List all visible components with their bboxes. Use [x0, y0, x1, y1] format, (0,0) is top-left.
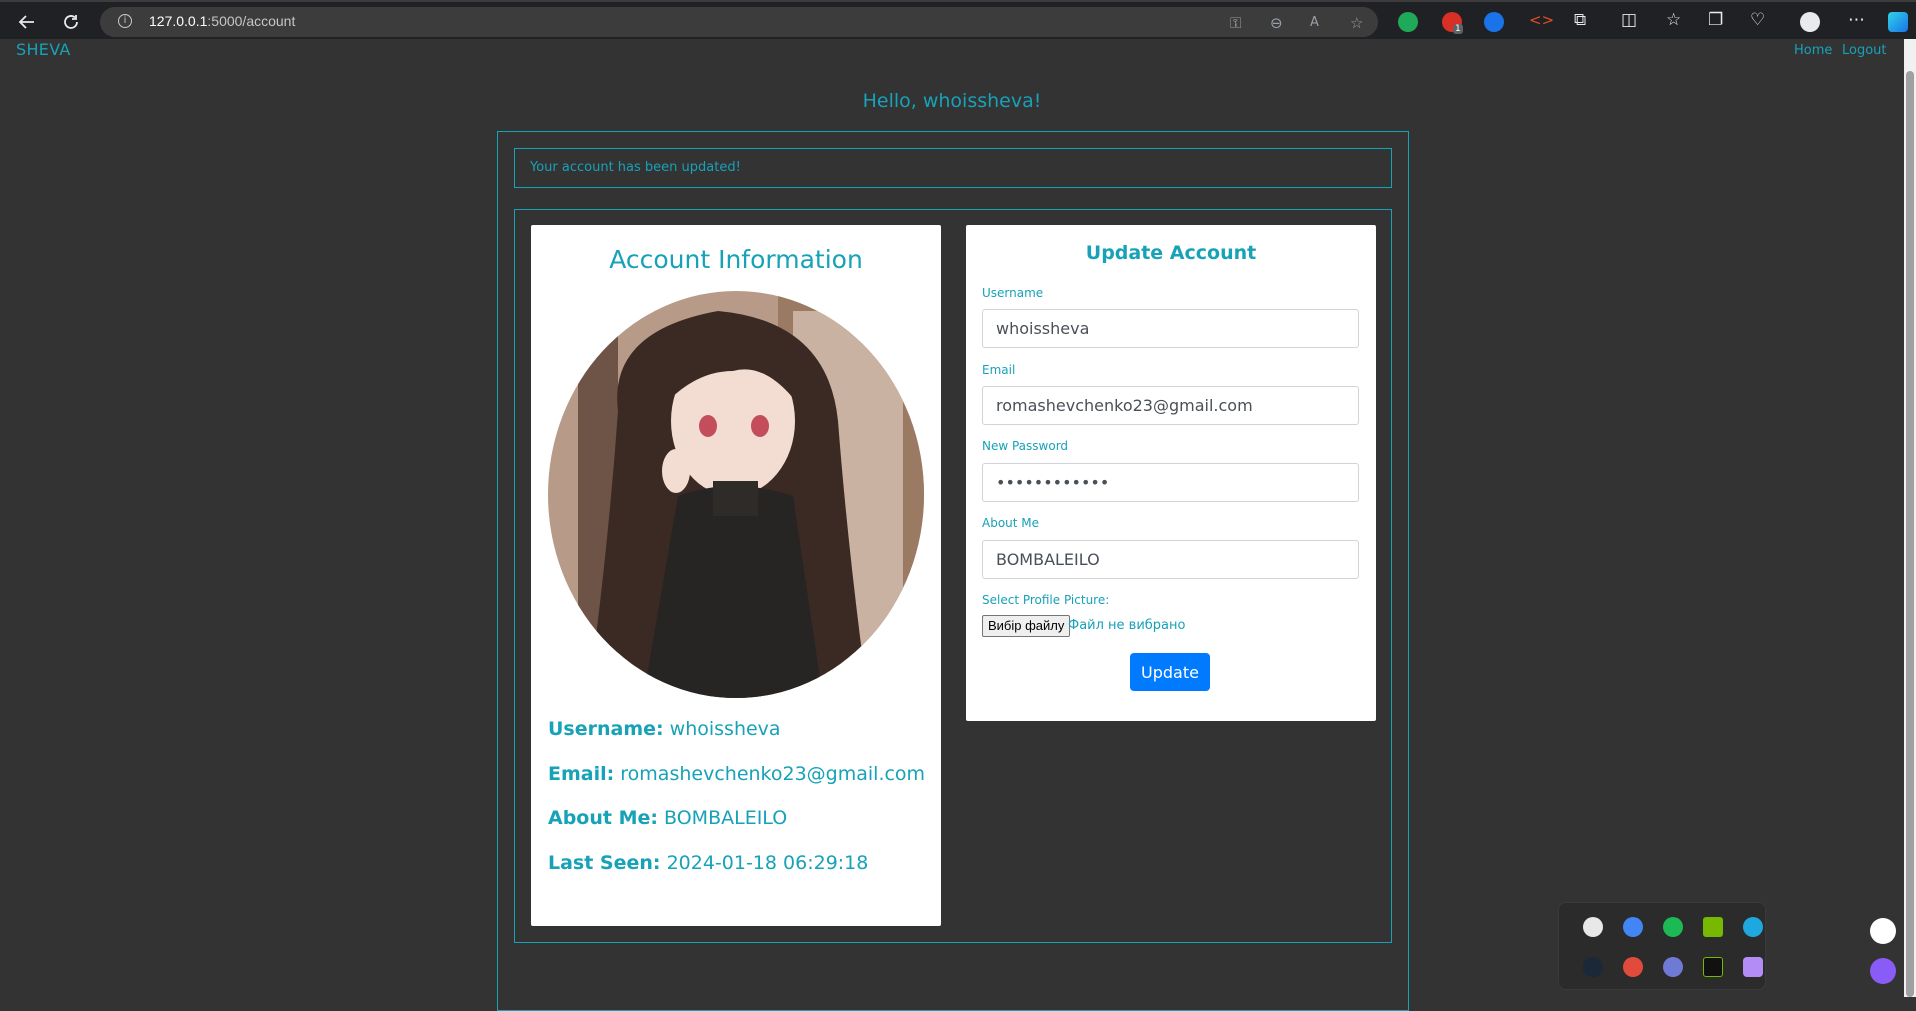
favorites-icon[interactable]: ☆ — [1666, 10, 1681, 30]
tray-play-icon[interactable] — [1703, 957, 1723, 977]
update-account-title: Update Account — [1085, 242, 1257, 264]
username-label: Username — [982, 286, 1044, 300]
tray-discord-icon[interactable] — [1663, 957, 1683, 977]
assistant-icon[interactable] — [1870, 958, 1896, 984]
devtools-icon[interactable]: <> — [1529, 11, 1554, 29]
update-account-card: Update Account Username Email New Passwo… — [966, 225, 1376, 721]
favorite-star-icon[interactable]: ☆ — [1350, 14, 1363, 32]
split-screen-icon[interactable]: ◫ — [1621, 10, 1637, 30]
zoom-out-icon[interactable]: ⊖ — [1270, 14, 1283, 32]
info-username: Username: whoissheva — [548, 718, 781, 740]
info-icon[interactable]: i — [118, 14, 132, 28]
account-info-card: Account Information Username: whoissheva… — [531, 225, 941, 926]
greeting-heading: Hello, whoissheva! — [862, 90, 1042, 112]
nav-brand[interactable]: SHEVA — [16, 40, 71, 59]
back-arrow-icon[interactable] — [14, 9, 40, 35]
more-icon[interactable]: ⋯ — [1848, 10, 1865, 30]
picture-label: Select Profile Picture: — [982, 593, 1110, 607]
info-about: About Me: BOMBALEILO — [548, 807, 788, 829]
email-input[interactable] — [982, 386, 1359, 425]
key-icon[interactable]: ⚿ — [1230, 14, 1241, 32]
puzzle-icon[interactable]: ⧉ — [1574, 10, 1586, 30]
username-input[interactable] — [982, 309, 1359, 348]
tray-app-icon[interactable] — [1623, 957, 1643, 977]
flash-alert: Your account has been updated! — [514, 148, 1392, 188]
tray-drive-icon[interactable] — [1623, 917, 1643, 937]
tray-mic-icon[interactable] — [1583, 917, 1603, 937]
tray-edge-icon[interactable] — [1743, 917, 1763, 937]
info-last-seen: Last Seen: 2024-01-18 06:29:18 — [548, 852, 869, 874]
choose-file-button[interactable]: Вибір файлу — [982, 615, 1071, 637]
about-input[interactable] — [982, 540, 1359, 579]
tray-nvidia-icon[interactable] — [1703, 917, 1723, 937]
tray-steam-icon[interactable] — [1583, 957, 1603, 977]
browser-toolbar: i 127.0.0.1:5000/account ⚿ ⊖ A ☆ 1 <> ⧉ … — [0, 0, 1916, 39]
about-label: About Me — [982, 516, 1040, 530]
file-status-text: Файл не вибрано — [1068, 618, 1186, 633]
scrollbar-thumb[interactable] — [1906, 71, 1914, 997]
nav-logout-link[interactable]: Logout — [1842, 43, 1887, 58]
health-icon[interactable]: ♡ — [1750, 10, 1765, 30]
collections-icon[interactable]: ❐ — [1708, 10, 1723, 30]
tray-spotify-icon[interactable] — [1663, 917, 1683, 937]
tray-pen-icon[interactable] — [1743, 957, 1763, 977]
nav-home-link[interactable]: Home — [1794, 43, 1832, 58]
extension-blue-icon[interactable] — [1484, 12, 1504, 32]
copilot-icon[interactable] — [1888, 12, 1908, 32]
translate-icon[interactable] — [1870, 918, 1896, 944]
extension-green-icon[interactable] — [1398, 12, 1418, 32]
profile-avatar-icon[interactable] — [1800, 12, 1820, 32]
reload-icon[interactable] — [58, 9, 84, 35]
page-scrollbar[interactable] — [1904, 39, 1916, 997]
info-email: Email: romashevchenko23@gmail.com — [548, 763, 926, 785]
address-bar[interactable]: i 127.0.0.1:5000/account ⚿ ⊖ A ☆ — [100, 7, 1378, 37]
extension-badge: 1 — [1453, 24, 1463, 34]
read-aloud-icon[interactable]: A — [1310, 15, 1319, 30]
password-label: New Password — [982, 439, 1069, 453]
email-label: Email — [982, 363, 1016, 377]
update-button[interactable]: Update — [1130, 653, 1210, 691]
password-input[interactable] — [982, 463, 1359, 502]
profile-picture — [548, 291, 924, 698]
url-text: 127.0.0.1:5000/account — [149, 13, 296, 29]
account-info-title: Account Information — [609, 245, 863, 274]
tray-overflow-popup — [1558, 902, 1766, 990]
